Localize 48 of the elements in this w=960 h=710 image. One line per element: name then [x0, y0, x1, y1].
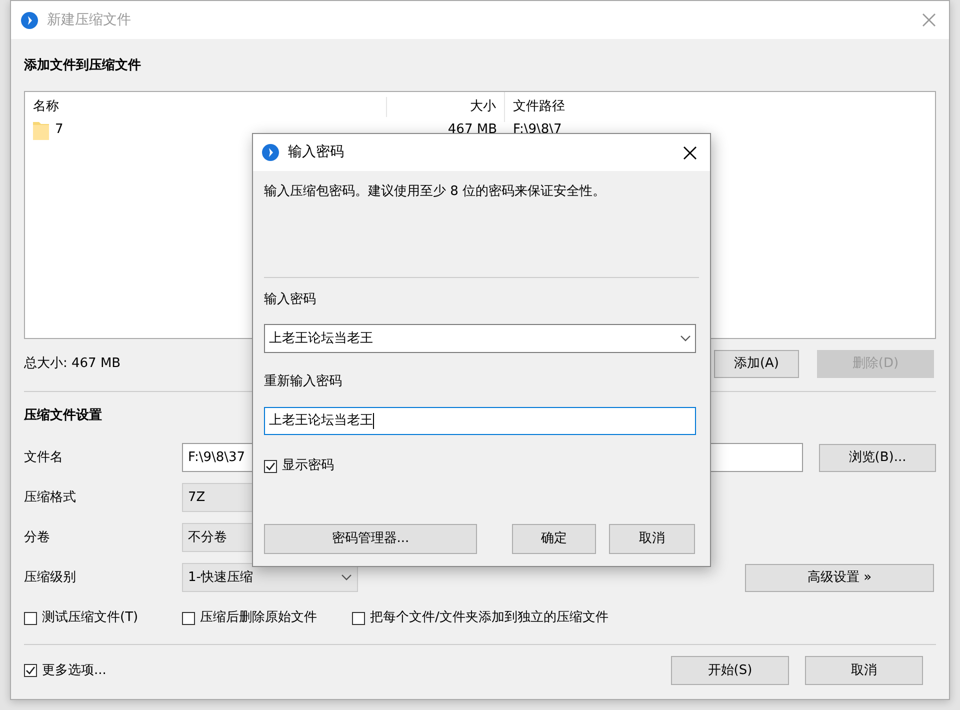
- field-label: 重新输入密码: [264, 373, 343, 391]
- field-label: 输入密码: [264, 291, 317, 309]
- checkbox[interactable]: [352, 612, 365, 624]
- app-icon: [21, 12, 38, 28]
- dialog-message: 输入压缩包密码。建议使用至少 8 位的密码来保证安全性。: [264, 183, 607, 201]
- checkbox-label: 把每个文件/文件夹添加到独立的压缩文件: [370, 609, 608, 628]
- checkbox-label: 显示密码: [282, 457, 334, 476]
- file-size: 467 MB: [446, 121, 498, 140]
- chevron-down-icon: [680, 335, 691, 342]
- field-label: 分卷: [24, 528, 51, 547]
- checkbox[interactable]: [264, 460, 277, 472]
- check-icon: [265, 460, 276, 472]
- folder-icon: [33, 120, 49, 140]
- close-icon: [683, 146, 697, 160]
- field-label: 压缩级别: [24, 568, 77, 587]
- cancel-button[interactable]: 取消: [609, 524, 695, 554]
- file-path: F:\9\8\7: [512, 121, 563, 140]
- advanced-settings-button[interactable]: 高级设置 »: [745, 564, 934, 592]
- chevron-down-icon: [341, 574, 352, 581]
- section-heading: 添加文件到压缩文件: [24, 56, 141, 75]
- browse-button[interactable]: 浏览(B)...: [819, 444, 936, 472]
- start-button[interactable]: 开始(S): [671, 656, 789, 685]
- field-label: 文件名: [24, 448, 64, 467]
- dropdown[interactable]: 1-快速压缩: [182, 563, 358, 592]
- checkbox[interactable]: [24, 664, 37, 677]
- column-header[interactable]: 名称: [25, 97, 387, 117]
- field-label: 压缩格式: [24, 488, 77, 507]
- checkbox-label: 测试压缩文件(T): [42, 609, 138, 628]
- section-heading: 压缩文件设置: [24, 406, 102, 425]
- total-size: 总大小: 467 MB: [24, 355, 121, 374]
- ok-button[interactable]: 确定: [512, 524, 596, 554]
- add-button[interactable]: 添加(A): [714, 350, 799, 378]
- dialog-title: 输入密码: [288, 143, 344, 162]
- password-field[interactable]: 上老王论坛当老王: [264, 407, 696, 435]
- checkbox-label: 压缩后删除原始文件: [200, 609, 317, 628]
- checkbox-label: 更多选项...: [42, 662, 106, 680]
- check-icon: [25, 665, 36, 676]
- column-header[interactable]: 文件路径: [505, 97, 855, 117]
- window-title: 新建压缩文件: [47, 10, 131, 30]
- checkbox[interactable]: [24, 612, 37, 624]
- password-field[interactable]: 上老王论坛当老王: [264, 324, 696, 353]
- password-manager-button[interactable]: 密码管理器...: [264, 524, 477, 554]
- cancel-button[interactable]: 取消: [805, 656, 923, 685]
- app-icon: [262, 144, 279, 161]
- checkbox[interactable]: [182, 612, 195, 624]
- file-name: 7: [55, 121, 64, 140]
- close-icon: [922, 13, 936, 27]
- column-header[interactable]: 大小: [387, 92, 505, 122]
